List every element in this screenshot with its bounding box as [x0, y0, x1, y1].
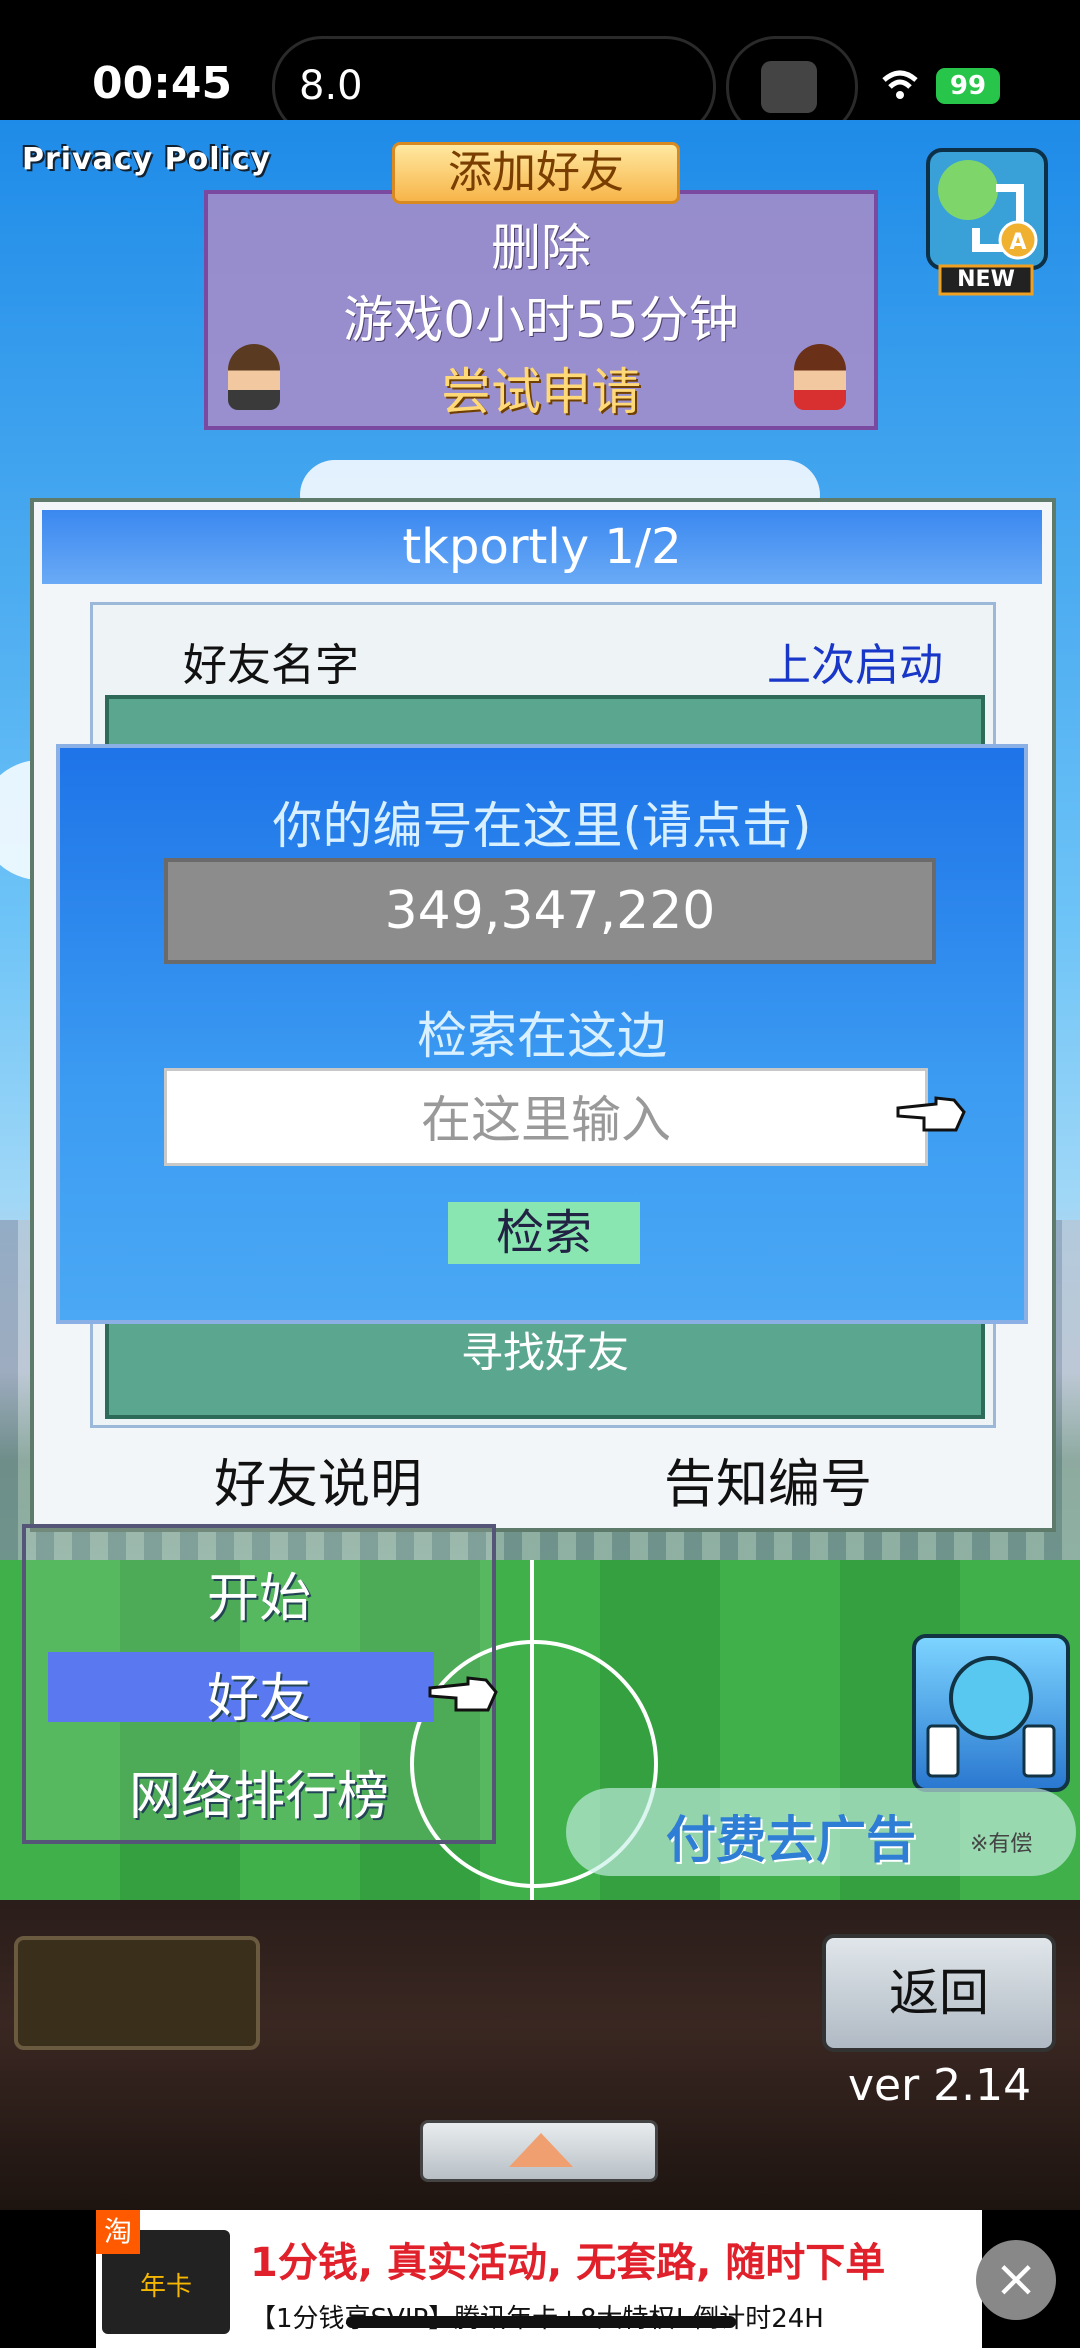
version-text: ver 2.14 [848, 2060, 1032, 2111]
your-id-label: 你的编号在这里(请点击) [272, 797, 812, 855]
id-search-panel: 你的编号在这里(请点击) 349,347,220 检索在这边 在这里输入 检索 [56, 744, 1028, 1324]
paid-note: ※有偿 [970, 1832, 1033, 1857]
svg-text:A: A [1009, 230, 1026, 255]
data-transfer-button[interactable]: A NEW [926, 148, 1048, 296]
dialog-title: tkportly 1/2 [42, 510, 1042, 584]
your-id-field[interactable]: 349,347,220 [164, 858, 936, 964]
add-friend-tab[interactable]: 添加好友 [392, 142, 680, 204]
friend-request-panel: 删除 游戏0小时55分钟 尝试申请 [204, 190, 878, 430]
friend-help-button[interactable]: 好友说明 [214, 1442, 422, 1517]
up-arrow-icon [509, 2133, 573, 2167]
menu-item-ranking[interactable]: 网络排行榜 [26, 1754, 492, 1829]
wifi-icon [882, 70, 918, 99]
search-input[interactable]: 在这里输入 [164, 1068, 928, 1166]
main-menu: 开始 好友 网络排行榜 [22, 1524, 498, 1844]
delete-button[interactable]: 删除 [208, 208, 874, 280]
back-button[interactable]: 返回 [822, 1934, 1056, 2052]
status-bar: 00:45 8.0 99 [0, 0, 1080, 138]
playtime-text: 游戏0小时55分钟 [343, 291, 739, 349]
remove-ads-button[interactable]: 付费去广告 ※有偿 [566, 1788, 1076, 1876]
app-thumbnail [761, 61, 817, 113]
pointing-hand-icon [896, 1096, 966, 1132]
expand-up-button[interactable] [420, 2120, 658, 2182]
online-connect-button[interactable] [912, 1634, 1070, 1792]
menu-item-friends[interactable]: 好友 [26, 1656, 492, 1731]
taobao-badge: 淘 [96, 2210, 140, 2254]
player-avatar-right [794, 344, 846, 410]
home-indicator [346, 2316, 736, 2328]
search-button[interactable]: 检索 [448, 1202, 640, 1264]
empty-slot [14, 1936, 260, 2050]
ad-title: 1分钱, 真实活动, 无套路, 随时下单 [250, 2240, 886, 2286]
column-friend-name: 好友名字 [183, 640, 359, 691]
find-friend-button[interactable]: 寻找好友 [109, 1319, 981, 1380]
remove-ads-label: 付费去广告 [666, 1811, 916, 1869]
apply-button[interactable]: 尝试申请 [208, 352, 874, 424]
column-last-launch: 上次启动 [767, 640, 943, 691]
pointing-hand-icon [428, 1676, 498, 1712]
notify-id-button[interactable]: 告知编号 [664, 1442, 872, 1517]
bottom-bar: 返回 ver 2.14 [0, 1900, 1080, 2210]
battery-indicator: 99 [936, 68, 1000, 104]
privacy-policy-link[interactable]: Privacy Policy [22, 142, 271, 177]
menu-item-start[interactable]: 开始 [26, 1556, 492, 1631]
close-icon[interactable]: × [976, 2240, 1056, 2320]
globe-phones-icon [926, 1656, 1056, 1778]
ad-thumb-text: 年卡 [139, 2272, 192, 2302]
search-label: 检索在这边 [417, 1007, 667, 1065]
clock: 00:45 [92, 58, 233, 109]
new-badge: NEW [957, 267, 1015, 292]
player-avatar-left [228, 344, 280, 410]
island-text: 8.0 [299, 63, 363, 109]
